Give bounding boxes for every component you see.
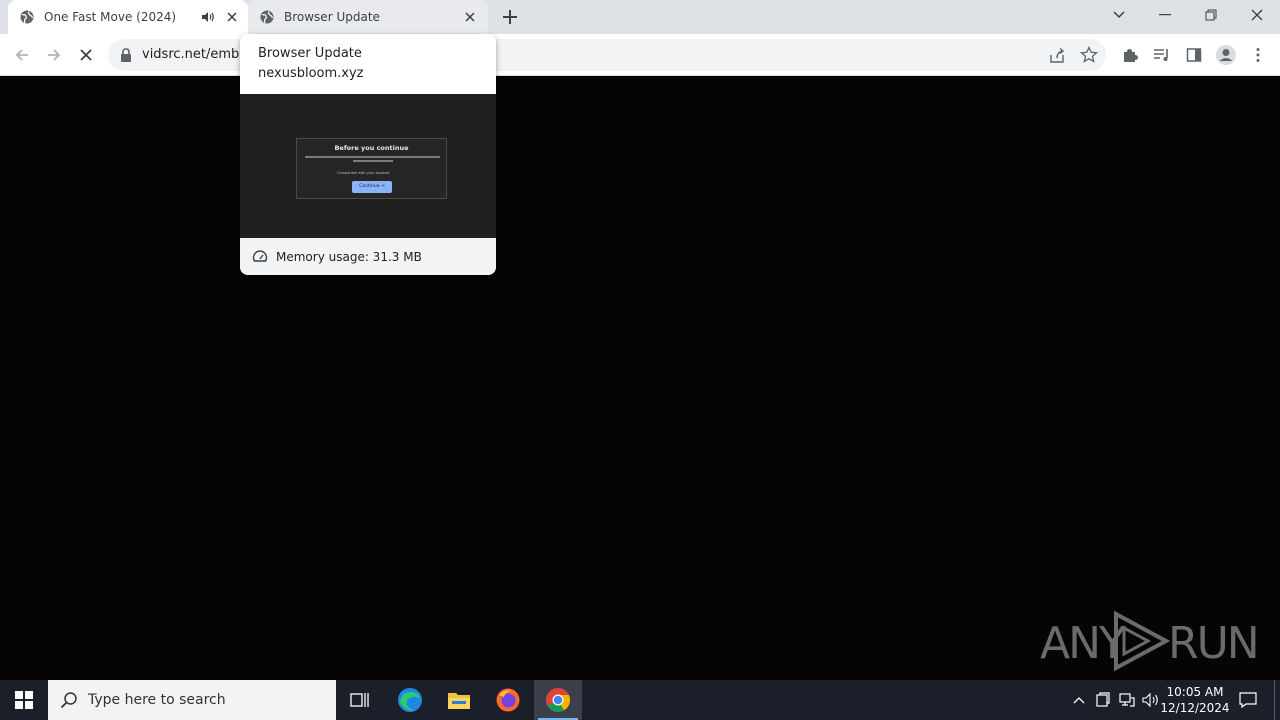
memory-usage-row: Memory usage: 31.3 MB: [240, 238, 496, 275]
restore-icon[interactable]: [1188, 0, 1234, 30]
hover-card-domain: nexusbloom.xyz: [258, 66, 364, 81]
globe-icon: [20, 10, 34, 24]
memory-usage-text: Memory usage: 31.3 MB: [276, 250, 422, 264]
tab-browser-update[interactable]: Browser Update: [248, 0, 488, 34]
profile-avatar-icon[interactable]: [1214, 43, 1238, 67]
hover-card-title: Browser Update: [258, 46, 362, 61]
globe-icon: [260, 10, 274, 24]
preview-checkbox-label: Compatible with your browser: [337, 171, 390, 175]
new-tab-plus-icon[interactable]: [498, 5, 522, 29]
url-text[interactable]: vidsrc.net/embe: [142, 47, 247, 62]
media-control-icon[interactable]: [1150, 43, 1174, 67]
tab-preview-thumbnail: Before you continue Compatible with your…: [240, 94, 496, 238]
preview-continue-button: Continue ⇒: [352, 181, 392, 193]
firefox-icon[interactable]: [484, 680, 532, 720]
close-window-icon[interactable]: [1234, 0, 1280, 30]
browser-toolbar: vidsrc.net/embe: [0, 34, 1280, 76]
system-clock[interactable]: 10:05 AM 12/12/2024: [1160, 684, 1230, 716]
close-tab-icon[interactable]: [462, 9, 478, 25]
close-tab-icon[interactable]: [224, 9, 240, 25]
security-tray-icon[interactable]: [1092, 680, 1114, 720]
preview-dialog: Before you continue Compatible with your…: [296, 138, 447, 199]
show-hidden-icons-chevron-icon[interactable]: [1068, 680, 1090, 720]
tab-one-fast-move[interactable]: One Fast Move (2024): [8, 0, 248, 34]
file-explorer-icon[interactable]: [435, 680, 483, 720]
windows-taskbar: Type here to search 10:05 AM 12/12/2024: [0, 680, 1280, 720]
share-icon[interactable]: [1048, 47, 1066, 65]
search-icon: [60, 692, 77, 709]
task-view-icon[interactable]: [336, 680, 384, 720]
minimize-icon[interactable]: [1142, 0, 1188, 30]
taskbar-search-box[interactable]: Type here to search: [48, 680, 336, 720]
speedometer-icon: [252, 250, 268, 262]
side-panel-icon[interactable]: [1182, 43, 1206, 67]
volume-icon[interactable]: [1140, 680, 1162, 720]
tab-title: Browser Update: [284, 10, 380, 24]
chrome-icon[interactable]: [534, 680, 582, 720]
clock-time: 10:05 AM: [1166, 685, 1224, 699]
anyrun-watermark: ANY RUN: [1040, 608, 1260, 672]
tab-title: One Fast Move (2024): [44, 10, 177, 24]
bookmark-star-icon[interactable]: [1080, 46, 1098, 64]
more-menu-icon[interactable]: [1246, 43, 1270, 67]
windows-start-icon[interactable]: [0, 680, 48, 720]
network-icon[interactable]: [1116, 680, 1138, 720]
extensions-puzzle-icon[interactable]: [1118, 43, 1142, 67]
stop-loading-icon[interactable]: [74, 43, 98, 67]
search-placeholder: Type here to search: [88, 692, 226, 708]
show-desktop-button[interactable]: [1274, 680, 1280, 720]
preview-dialog-title: Before you continue: [334, 144, 409, 152]
back-arrow-icon[interactable]: [10, 43, 34, 67]
clock-date: 12/12/2024: [1160, 701, 1230, 715]
tab-hover-card: Browser Update nexusbloom.xyz Before you…: [240, 34, 496, 275]
lock-icon[interactable]: [120, 48, 132, 62]
page-content[interactable]: [0, 77, 1280, 680]
audio-playing-icon[interactable]: [200, 9, 216, 25]
notification-center-icon[interactable]: [1236, 680, 1260, 720]
preview-dialog-body-lines: [305, 156, 440, 165]
edge-browser-icon[interactable]: [386, 680, 434, 720]
tab-strip: One Fast Move (2024) Browser Update: [0, 0, 1280, 34]
tab-search-chevron-icon[interactable]: [1096, 0, 1142, 30]
play-triangle-icon: [1114, 610, 1171, 672]
watermark-run: RUN: [1168, 618, 1260, 669]
forward-arrow-icon[interactable]: [42, 43, 66, 67]
